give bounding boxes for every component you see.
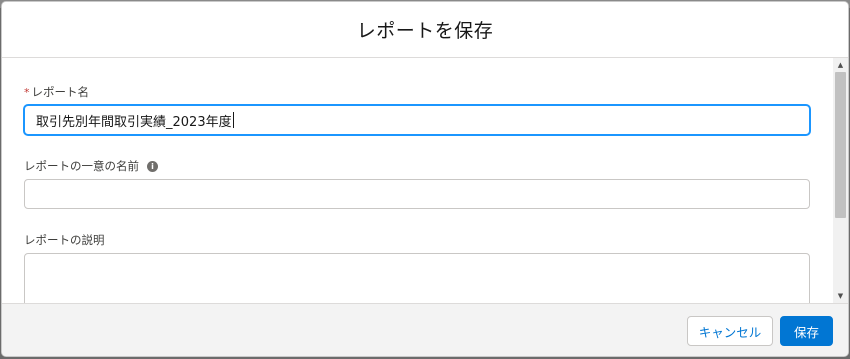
modal-header: レポートを保存 — [2, 2, 848, 58]
modal-title: レポートを保存 — [356, 20, 494, 42]
description-textarea[interactable] — [24, 253, 810, 303]
info-icon[interactable]: i — [147, 160, 158, 172]
report-name-input[interactable]: 取引先別年間取引実績_2023年度 — [24, 105, 810, 135]
report-name-label-text: レポート名 — [31, 85, 90, 99]
unique-name-label: レポートの一意の名前 i — [24, 158, 810, 174]
cancel-button[interactable]: キャンセル — [687, 316, 773, 346]
save-report-modal: レポートを保存 * レポート名 取引先別年間取引実績_2023年度 レポートの一… — [2, 2, 848, 356]
text-caret — [232, 112, 234, 128]
report-name-label: * レポート名 — [24, 84, 810, 100]
scroll-up-arrow-icon[interactable]: ▲ — [833, 58, 848, 72]
report-name-value: 取引先別年間取引実績_2023年度 — [36, 114, 232, 130]
description-label: レポートの説明 — [24, 232, 810, 248]
scroll-down-arrow-icon[interactable]: ▼ — [833, 289, 848, 303]
save-button[interactable]: 保存 — [780, 316, 833, 346]
unique-name-label-text: レポートの一意の名前 — [24, 159, 139, 173]
unique-name-field: レポートの一意の名前 i — [24, 158, 810, 209]
description-label-text: レポートの説明 — [24, 233, 105, 247]
report-name-field: * レポート名 取引先別年間取引実績_2023年度 — [24, 84, 810, 135]
unique-name-input[interactable] — [24, 179, 810, 209]
required-marker: * — [24, 85, 30, 99]
scroll-thumb[interactable] — [835, 72, 846, 218]
modal-scrollbar[interactable]: ▲ ▼ — [833, 58, 848, 303]
modal-body: * レポート名 取引先別年間取引実績_2023年度 レポートの一意の名前 i レ… — [2, 58, 848, 303]
modal-footer: キャンセル 保存 — [2, 303, 848, 356]
description-field: レポートの説明 — [24, 232, 810, 303]
